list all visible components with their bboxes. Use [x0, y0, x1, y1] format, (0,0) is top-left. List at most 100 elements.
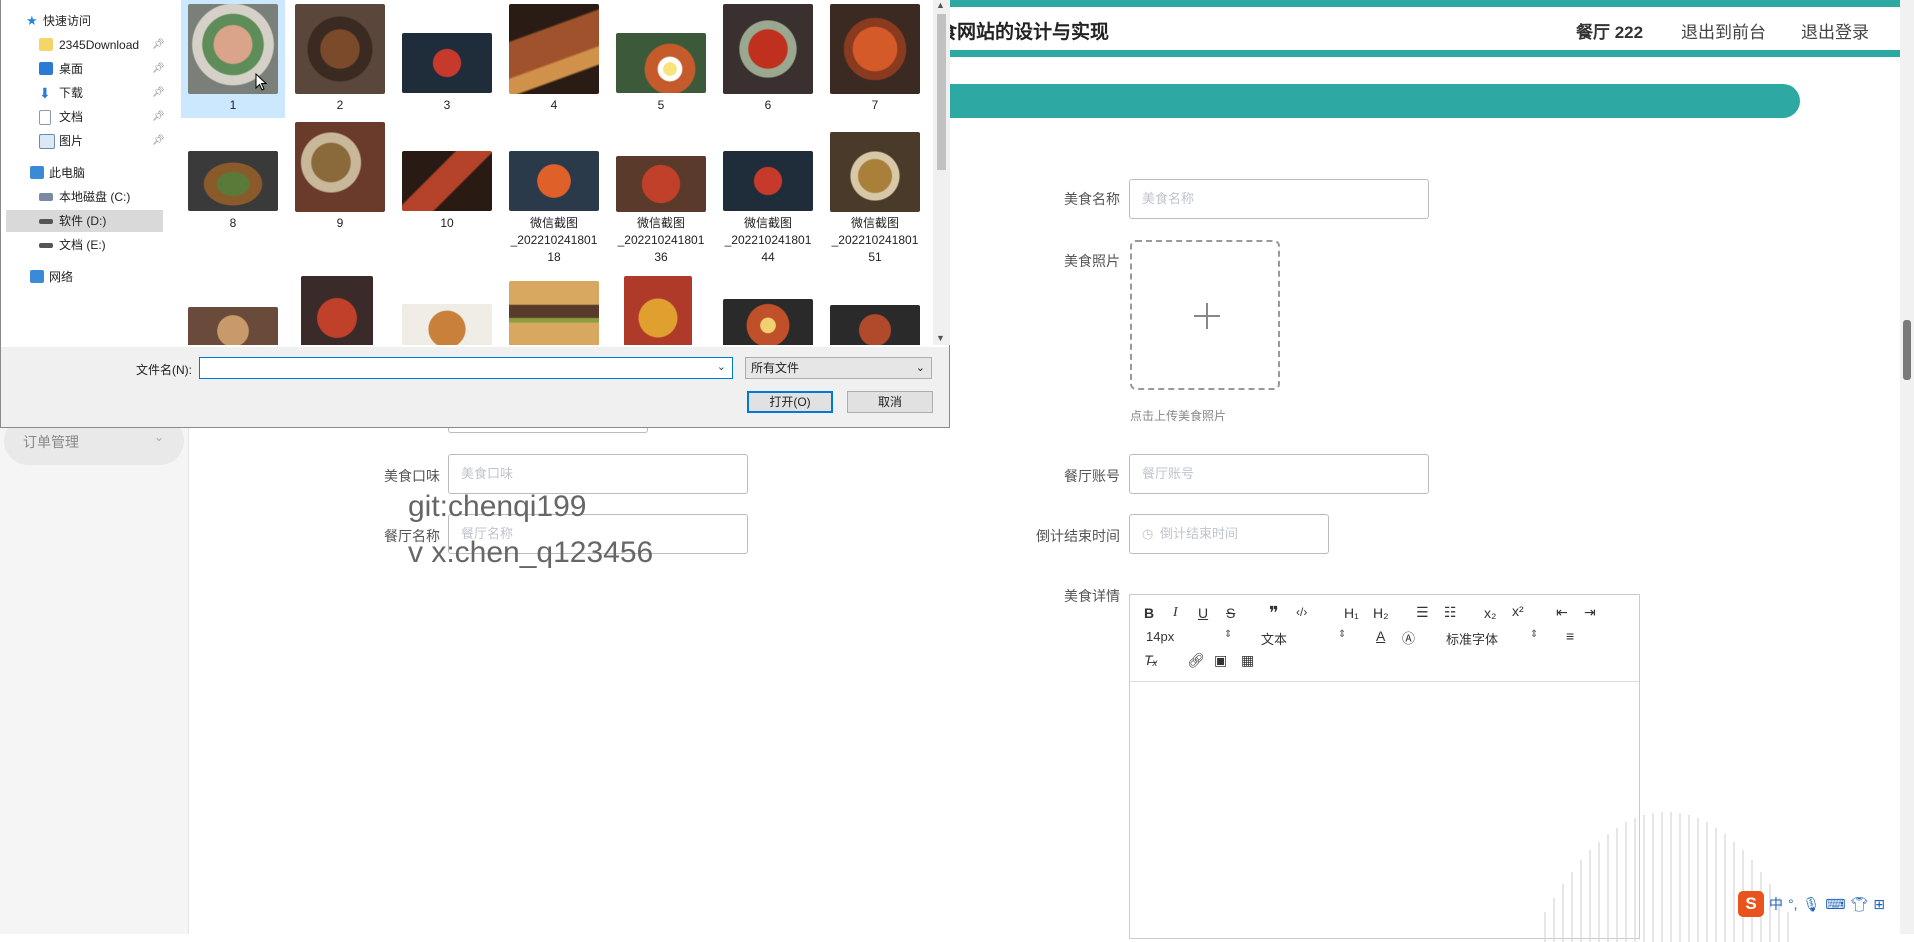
food-thumbnail — [402, 151, 492, 211]
heading-2-icon[interactable]: H₂ — [1373, 605, 1389, 621]
file-name: 2 — [336, 98, 344, 112]
document-icon — [39, 110, 51, 125]
blockquote-icon[interactable]: ❞ — [1269, 603, 1279, 624]
file-item[interactable]: 7 — [823, 0, 927, 118]
food-thumbnail[interactable] — [723, 299, 813, 345]
nav-2345download[interactable]: 2345Download 📌︎ — [39, 34, 165, 56]
food-thumbnail — [509, 151, 599, 211]
ordered-list-icon[interactable]: ☰ — [1416, 604, 1429, 621]
ime-toolbar[interactable]: S 中 °, 🎙︎ ⌨ 👕︎ ⊞ — [1738, 890, 1885, 918]
background-color-icon[interactable]: Ⓐ — [1402, 628, 1415, 647]
superscript-icon[interactable]: x² — [1512, 603, 1524, 619]
file-name: 6 — [764, 98, 772, 112]
scroll-down-arrow-icon[interactable]: ▼ — [936, 333, 945, 343]
editor-toolbar: B I U S ❞ ‹/› H₁ H₂ ☰ ☷ x₂ x² ⇤ ⇥ 14px ⇕… — [1130, 595, 1639, 682]
punctuation-icon[interactable]: °, — [1788, 896, 1798, 912]
file-item[interactable]: 10 — [395, 118, 499, 268]
countdown-end-input[interactable]: ◷ 倒计结束时间 — [1129, 514, 1329, 554]
code-icon[interactable]: ‹/› — [1296, 605, 1307, 619]
file-item[interactable]: 4 — [502, 0, 606, 118]
food-taste-input[interactable]: 美食口味 — [448, 454, 748, 494]
page-scrollbar[interactable] — [1900, 0, 1914, 934]
font-family-select[interactable]: 标准字体 — [1446, 629, 1498, 648]
link-icon[interactable]: 🔗︎ — [1187, 652, 1205, 669]
nav-network[interactable]: 网络 — [30, 266, 73, 288]
photo-upload-box[interactable] — [1130, 240, 1280, 390]
restaurant-account-input[interactable]: 餐厅账号 — [1129, 454, 1429, 494]
nav-downloads[interactable]: ⬇ 下载 📌︎ — [39, 82, 165, 104]
file-item[interactable]: 3 — [395, 0, 499, 118]
file-item[interactable]: 微信截图 _202210241801 51 — [823, 118, 927, 268]
heading-1-icon[interactable]: H₁ — [1344, 605, 1359, 621]
nav-quick-access[interactable]: ★ 快速访问 — [26, 10, 91, 32]
sogou-logo-icon: S — [1738, 891, 1764, 917]
scrollbar-thumb[interactable] — [1903, 320, 1911, 380]
food-thumbnail[interactable] — [509, 281, 599, 345]
keyboard-icon[interactable]: ⌨ — [1825, 896, 1845, 913]
food-thumbnail[interactable] — [301, 276, 373, 345]
font-color-icon[interactable]: A — [1376, 628, 1385, 644]
food-thumbnail[interactable] — [830, 305, 920, 345]
image-icon[interactable]: ▣ — [1214, 652, 1227, 669]
file-item[interactable]: 微信截图 _202210241801 44 — [716, 118, 820, 268]
underline-icon[interactable]: U — [1198, 605, 1208, 621]
open-button[interactable]: 打开(O) — [747, 391, 833, 413]
nav-this-pc[interactable]: 此电脑 — [30, 162, 85, 184]
skin-icon[interactable]: 👕︎ — [1851, 896, 1869, 913]
italic-icon[interactable]: I — [1173, 605, 1178, 621]
file-grid-scrollbar[interactable]: ▲ ▼ — [933, 0, 950, 345]
bold-icon[interactable]: B — [1144, 605, 1154, 621]
bullet-list-icon[interactable]: ☷ — [1444, 604, 1457, 621]
logout-link[interactable]: 退出登录 — [1801, 18, 1869, 43]
file-item[interactable]: 9 — [288, 118, 392, 268]
nav-pictures[interactable]: 图片 📌︎ — [39, 130, 165, 152]
file-item[interactable]: 8 — [181, 118, 285, 268]
nav-desktop[interactable]: 桌面 📌︎ — [39, 58, 165, 80]
file-item[interactable]: 微信截图 _202210241801 36 — [609, 118, 713, 268]
watermark-line-1: git:chenqi199 — [408, 490, 587, 523]
align-icon[interactable]: ≡ — [1566, 628, 1574, 644]
microphone-icon[interactable]: 🎙︎ — [1803, 896, 1821, 913]
font-size-select[interactable]: 14px — [1146, 629, 1174, 644]
food-thumbnail[interactable] — [188, 307, 278, 345]
scroll-up-arrow-icon[interactable]: ▲ — [936, 0, 945, 10]
star-icon: ★ — [26, 13, 38, 28]
food-name-input[interactable]: 美食名称 — [1129, 179, 1429, 219]
strikethrough-icon[interactable]: S — [1226, 605, 1235, 621]
file-name-line: 44 — [761, 250, 775, 264]
nav-drive-c[interactable]: 本地磁盘 (C:) — [39, 186, 130, 208]
nav-label: 2345Download — [59, 38, 140, 52]
filename-input[interactable]: ⌄ — [199, 357, 733, 379]
filetype-select[interactable]: 所有文件 ⌄ — [745, 357, 932, 379]
file-item[interactable]: 2 — [288, 0, 392, 118]
food-thumbnail[interactable] — [402, 304, 492, 345]
back-to-front-link[interactable]: 退出到前台 — [1681, 18, 1766, 43]
clear-format-icon[interactable]: T̶ₓ — [1144, 652, 1158, 668]
file-name: 10 — [440, 216, 454, 230]
file-item[interactable]: 微信截图 _202210241801 18 — [502, 118, 606, 268]
subscript-icon[interactable]: x₂ — [1484, 605, 1496, 621]
chevron-down-icon[interactable]: ⌄ — [717, 360, 726, 373]
food-thumbnail — [723, 4, 813, 94]
current-user-label: 餐厅 222 — [1576, 23, 1644, 42]
file-item[interactable]: 1 — [181, 0, 285, 118]
nav-drive-d[interactable]: 软件 (D:) — [6, 210, 163, 232]
scrollbar-thumb[interactable] — [937, 14, 946, 170]
food-thumbnail[interactable] — [624, 276, 692, 345]
indent-icon[interactable]: ⇥ — [1584, 604, 1596, 621]
plus-icon-vertical — [1206, 303, 1208, 329]
nav-drive-e[interactable]: 文档 (E:) — [39, 234, 106, 256]
watermark-line-2: v x:chen_q123456 — [408, 536, 654, 569]
restaurant-account-label: 餐厅账号 — [1064, 468, 1120, 484]
folder-icon — [39, 38, 53, 51]
ime-language[interactable]: 中 — [1769, 894, 1783, 914]
file-item[interactable]: 6 — [716, 0, 820, 118]
file-name-line: 18 — [547, 250, 561, 264]
apps-icon[interactable]: ⊞ — [1873, 896, 1885, 913]
cancel-button[interactable]: 取消 — [847, 391, 933, 413]
outdent-icon[interactable]: ⇤ — [1556, 604, 1568, 621]
video-icon[interactable]: ▦ — [1241, 652, 1254, 669]
block-type-select[interactable]: 文本 — [1261, 629, 1287, 648]
nav-documents[interactable]: 文档 📌︎ — [39, 106, 165, 128]
file-item[interactable]: 5 — [609, 0, 713, 118]
